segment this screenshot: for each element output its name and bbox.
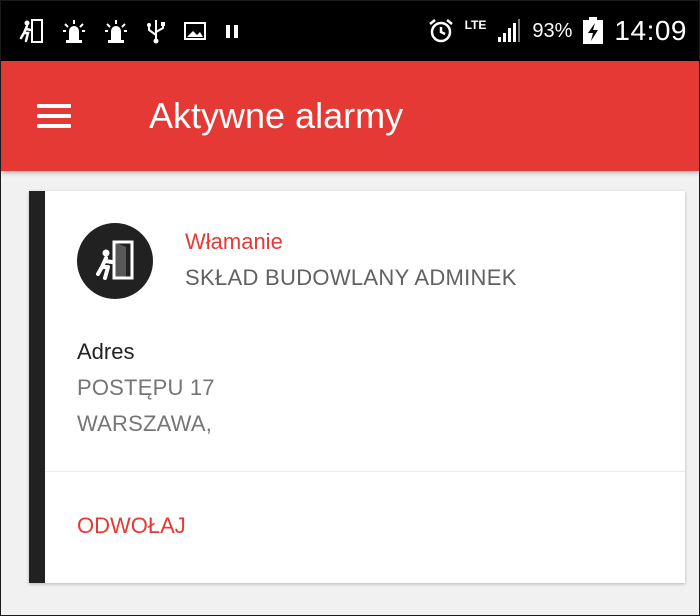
pause-icon [223,21,241,41]
alarm-clock-icon [427,17,455,45]
signal-strength-icon [496,18,522,44]
intruder-door-icon [77,223,153,299]
card-divider [45,471,685,472]
lte-indicator: LTE [464,18,487,32]
alarm-card-body: Włamanie SKŁAD BUDOWLANY ADMINEK Adres P… [45,191,685,583]
address-city: WARSZAWA, [77,411,213,436]
hamburger-menu-icon[interactable] [37,98,71,134]
battery-charging-icon [582,17,604,45]
address-label: Adres [77,339,135,364]
clock-time: 14:09 [614,15,687,46]
status-bar-notifications [19,18,241,44]
menu-button[interactable] [17,79,91,153]
page-title: Aktywne alarmy [149,95,404,136]
running-man-notification-icon [19,18,45,44]
siren-notification-icon [61,18,87,44]
image-icon [183,20,207,42]
alarm-type: Włamanie [185,229,283,254]
status-bar-system: LTE 93% 14:09 [427,15,687,47]
alarm-object-name: SKŁAD BUDOWLANY ADMINEK [185,265,517,290]
address-street: POSTĘPU 17 [77,375,215,400]
alarm-card-status-stripe [29,191,45,583]
battery-percent: 93% [532,19,573,42]
cancel-alarm-button[interactable]: ODWOŁAJ [77,513,186,539]
usb-icon [145,18,167,44]
siren-notification-icon [103,18,129,44]
status-bar: LTE 93% 14:09 [1,1,699,61]
alarm-card[interactable]: Włamanie SKŁAD BUDOWLANY ADMINEK Adres P… [29,191,685,583]
phone-screen: LTE 93% 14:09 Aktywne alarmy Włamanie SK… [0,0,700,616]
app-bar: Aktywne alarmy [1,61,699,171]
